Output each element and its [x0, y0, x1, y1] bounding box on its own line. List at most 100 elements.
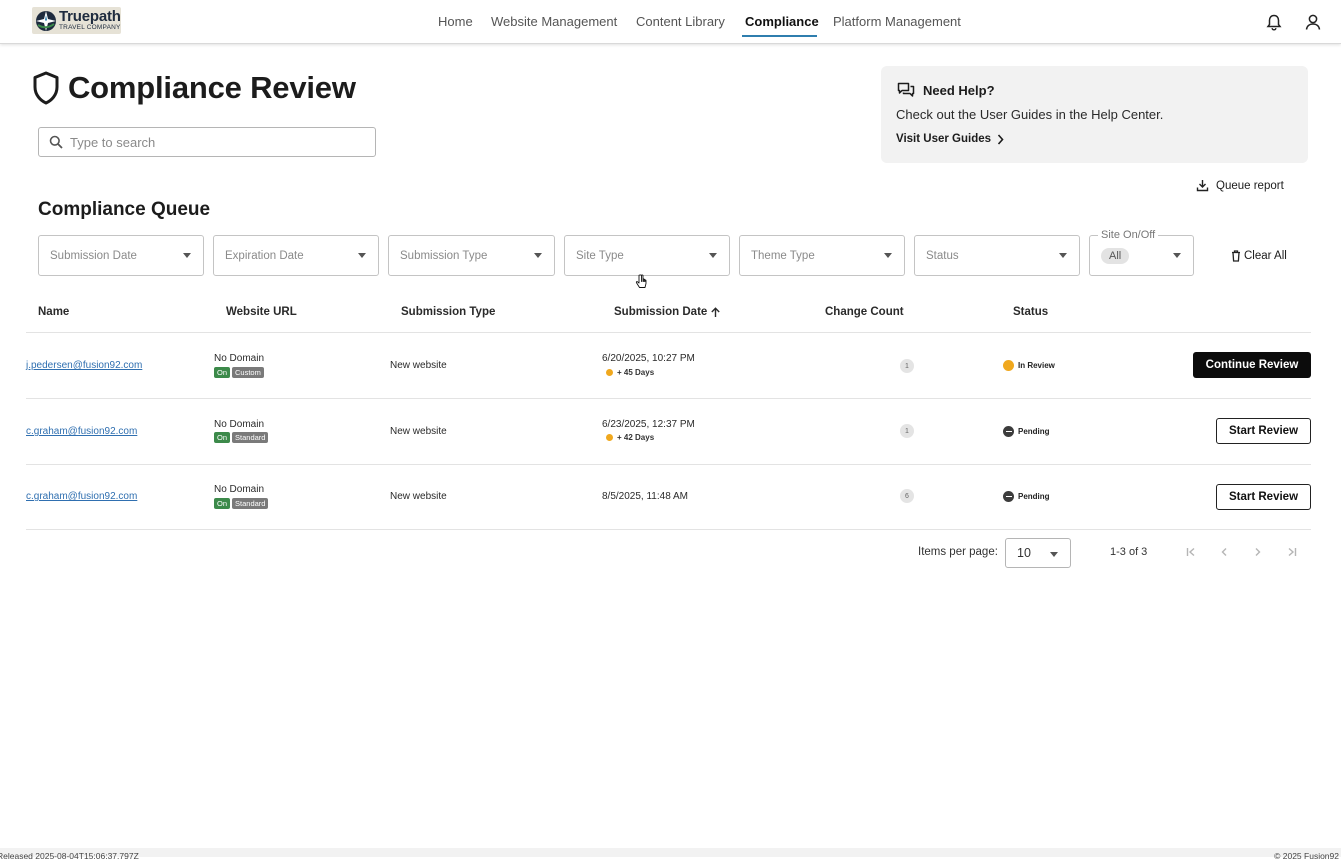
- items-per-page-label: Items per page:: [918, 546, 998, 558]
- status-text: Pending: [1018, 492, 1050, 501]
- filter-label: Theme Type: [751, 249, 815, 262]
- hand-pointer-cursor-icon: [635, 274, 647, 288]
- notifications-bell-icon[interactable]: [1263, 11, 1285, 33]
- theme-type-tag: Standard: [232, 432, 269, 443]
- dropdown-caret-icon: [709, 253, 717, 258]
- nav-home[interactable]: Home: [438, 14, 473, 29]
- search-box[interactable]: [38, 127, 376, 157]
- table-divider: [26, 529, 1311, 530]
- dropdown-caret-icon: [1059, 253, 1067, 258]
- items-per-page-select[interactable]: 10: [1005, 538, 1071, 568]
- status-text: In Review: [1018, 361, 1055, 370]
- download-icon: [1196, 180, 1209, 192]
- site-on-tag: On: [214, 498, 231, 509]
- nav-active-indicator: [742, 35, 817, 37]
- search-input[interactable]: [70, 134, 360, 150]
- user-account-icon[interactable]: [1302, 11, 1324, 33]
- continue-review-button[interactable]: Continue Review: [1193, 352, 1311, 378]
- pending-status-icon: [1003, 426, 1014, 437]
- page-title: Compliance Review: [68, 70, 356, 105]
- clear-all-label: Clear All: [1244, 250, 1287, 262]
- previous-page-icon[interactable]: [1216, 544, 1232, 560]
- last-page-icon[interactable]: [1284, 544, 1300, 560]
- submitter-email-link[interactable]: j.pedersen@fusion92.com: [26, 360, 142, 371]
- filter-status[interactable]: Status: [914, 235, 1080, 276]
- filter-label: Submission Date: [50, 249, 137, 262]
- sort-ascending-arrow-icon: [711, 306, 721, 317]
- dropdown-caret-icon: [1050, 552, 1058, 557]
- submitter-email-link[interactable]: c.graham@fusion92.com: [26, 426, 137, 437]
- column-header-submission-date[interactable]: Submission Date: [614, 306, 721, 318]
- dropdown-caret-icon: [183, 253, 191, 258]
- column-header-change-count[interactable]: Change Count: [825, 306, 904, 318]
- compass-star-icon: [36, 10, 56, 31]
- submission-date: 6/23/2025, 12:37 PM: [602, 419, 695, 430]
- filter-label: Status: [926, 249, 959, 262]
- filter-label: Site Type: [576, 249, 624, 262]
- start-review-button[interactable]: Start Review: [1216, 418, 1311, 444]
- column-header-status[interactable]: Status: [1013, 306, 1048, 318]
- status-text: Pending: [1018, 427, 1050, 436]
- submission-type: New website: [390, 426, 447, 437]
- chat-bubbles-icon: [897, 82, 915, 97]
- release-info: Released 2025-08-04T15:06:37.797Z: [0, 851, 139, 861]
- search-icon: [49, 135, 63, 149]
- table-divider: [26, 398, 1311, 399]
- visit-user-guides-label: Visit User Guides: [896, 133, 992, 145]
- table-divider: [26, 332, 1311, 333]
- truepath-logo[interactable]: Truepath TRAVEL COMPANY: [32, 7, 121, 34]
- clear-all-button[interactable]: Clear All: [1231, 250, 1287, 262]
- age-text: + 45 Days: [617, 368, 655, 377]
- queue-report-button[interactable]: Queue report: [1196, 179, 1284, 192]
- theme-type-tag: Standard: [232, 498, 269, 509]
- nav-content-library[interactable]: Content Library: [636, 14, 725, 29]
- submitter-email-link[interactable]: c.graham@fusion92.com: [26, 491, 137, 502]
- compliance-queue-title: Compliance Queue: [38, 199, 211, 220]
- filter-site-on-off[interactable]: Site On/Off All: [1089, 229, 1194, 276]
- top-navigation-bar: Truepath TRAVEL COMPANY Home Website Man…: [0, 0, 1341, 44]
- submission-type: New website: [390, 360, 447, 371]
- filter-submission-type[interactable]: Submission Type: [388, 235, 555, 276]
- nav-compliance[interactable]: Compliance: [745, 14, 819, 29]
- column-header-submission-type[interactable]: Submission Type: [401, 306, 495, 318]
- trash-icon: [1232, 250, 1240, 262]
- site-on-tag: On: [214, 367, 231, 378]
- submission-date-header-label: Submission Date: [614, 306, 708, 318]
- pagination-range: 1-3 of 3: [1110, 546, 1148, 558]
- status-badge: Pending: [1003, 426, 1050, 437]
- filter-submission-date[interactable]: Submission Date: [38, 235, 204, 276]
- nav-platform-management[interactable]: Platform Management: [833, 14, 961, 29]
- dropdown-caret-icon: [884, 253, 892, 258]
- filter-expiration-date[interactable]: Expiration Date: [213, 235, 379, 276]
- filter-theme-type[interactable]: Theme Type: [739, 235, 905, 276]
- logo-subtitle: TRAVEL COMPANY: [59, 24, 121, 32]
- help-title: Need Help?: [923, 82, 995, 98]
- website-url: No Domain: [214, 353, 265, 364]
- column-header-name[interactable]: Name: [38, 306, 69, 318]
- submission-date: 6/20/2025, 10:27 PM: [602, 353, 695, 364]
- start-review-button[interactable]: Start Review: [1216, 484, 1311, 510]
- age-text: + 42 Days: [617, 433, 655, 442]
- warning-dot-icon: [606, 369, 613, 376]
- change-count-badge: 6: [900, 489, 914, 503]
- table-divider: [26, 464, 1311, 465]
- site-on-tag: On: [214, 432, 231, 443]
- site-on-off-label: Site On/Off: [1098, 229, 1159, 241]
- items-per-page-value: 10: [1017, 546, 1031, 560]
- filter-label: Submission Type: [400, 249, 488, 262]
- dropdown-caret-icon: [534, 253, 542, 258]
- first-page-icon[interactable]: [1183, 544, 1199, 560]
- copyright: © 2025 Fusion92: [1274, 851, 1339, 861]
- site-tags: On Standard: [214, 498, 270, 509]
- logo-title: Truepath: [59, 8, 121, 26]
- chevron-right-icon: [997, 133, 1004, 145]
- age-badge: + 45 Days: [606, 368, 654, 377]
- next-page-icon[interactable]: [1250, 544, 1266, 560]
- nav-website-management[interactable]: Website Management: [491, 14, 617, 29]
- status-badge: In Review: [1003, 360, 1055, 371]
- theme-type-tag: Custom: [232, 367, 264, 378]
- queue-report-label: Queue report: [1216, 179, 1284, 192]
- filter-site-type[interactable]: Site Type: [564, 235, 730, 276]
- column-header-website-url[interactable]: Website URL: [226, 306, 297, 318]
- visit-user-guides-link[interactable]: Visit User Guides: [896, 133, 1004, 145]
